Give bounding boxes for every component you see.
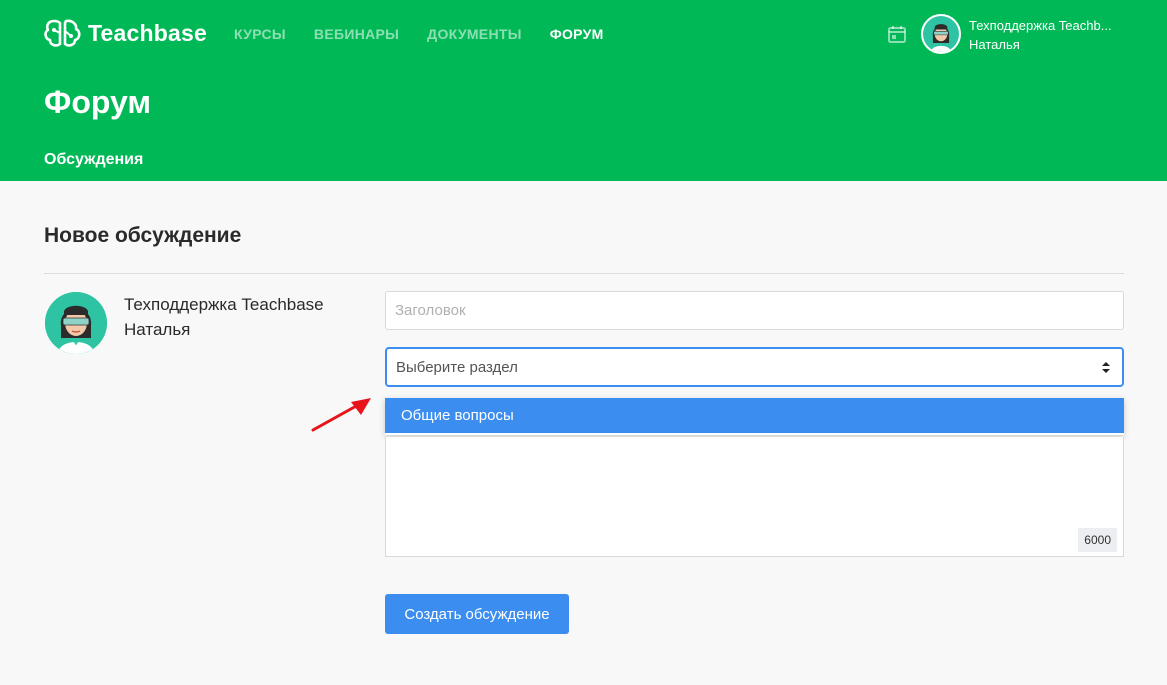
red-arrow-icon: [311, 398, 371, 432]
top-header: Teachbase КУРСЫ ВЕБИНАРЫ ДОКУМЕНТЫ ФОРУМ…: [0, 0, 1167, 181]
dropdown-option-general[interactable]: Общие вопросы: [385, 398, 1124, 433]
page-title: Форум: [44, 84, 152, 120]
main-nav: КУРСЫ ВЕБИНАРЫ ДОКУМЕНТЫ ФОРУМ: [234, 26, 632, 42]
section-title: Новое обсуждение: [44, 224, 242, 247]
author-name-line2: Наталья: [124, 320, 191, 339]
author-name-line1: Техподдержка Teachbase: [124, 295, 324, 314]
avatar-illustration-icon: [923, 16, 959, 52]
nav-courses[interactable]: КУРСЫ: [234, 26, 286, 42]
user-name-line2: Наталья: [969, 37, 1020, 52]
char-counter: 6000: [1078, 528, 1117, 552]
avatar-illustration-icon: [45, 292, 107, 354]
author-avatar: [45, 292, 107, 354]
brand-name: Teachbase: [88, 19, 207, 46]
section-dropdown: Общие вопросы: [385, 398, 1124, 435]
user-name[interactable]: Техподдержка Teachb... Наталья: [969, 16, 1112, 54]
calendar-icon[interactable]: [887, 24, 907, 44]
tab-discussions[interactable]: Обсуждения: [44, 151, 143, 169]
brain-logo-icon: [44, 19, 81, 47]
divider: [44, 273, 1124, 274]
nav-forum[interactable]: ФОРУМ: [550, 26, 604, 42]
author-name: Техподдержка Teachbase Наталья: [124, 292, 324, 342]
create-discussion-button[interactable]: Создать обсуждение: [385, 594, 569, 634]
brand-logo[interactable]: Teachbase: [44, 17, 207, 49]
nav-documents[interactable]: ДОКУМЕНТЫ: [427, 26, 522, 42]
message-textarea[interactable]: 6000: [385, 437, 1124, 557]
section-select-value: Выберите раздел: [396, 358, 518, 376]
user-name-line1: Техподдержка Teachb...: [969, 18, 1112, 33]
select-arrows-icon: [1102, 362, 1110, 373]
title-input[interactable]: [385, 291, 1124, 330]
section-select[interactable]: Выберите раздел: [385, 347, 1124, 387]
user-avatar[interactable]: [921, 14, 961, 54]
nav-webinars[interactable]: ВЕБИНАРЫ: [314, 26, 399, 42]
